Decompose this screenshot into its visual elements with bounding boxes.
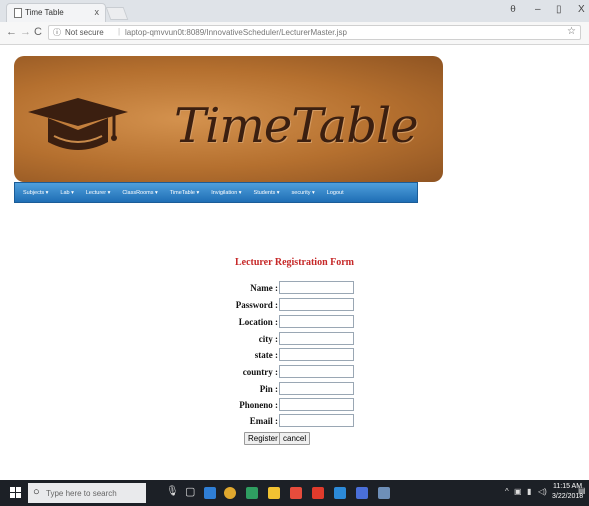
minimize-button[interactable]: – [535, 4, 541, 15]
form-row-phoneno: Phoneno : [0, 398, 589, 412]
back-icon[interactable]: ← [6, 26, 17, 38]
app-icon-gray[interactable] [378, 487, 390, 499]
app-icon-indigo[interactable] [356, 487, 368, 499]
battery-icon[interactable]: ▮ [527, 487, 531, 496]
task-view-icon[interactable]: ▢ [185, 485, 195, 498]
app-icon-orange[interactable] [312, 487, 324, 499]
chrome-icon[interactable] [224, 487, 236, 499]
notification-icon[interactable]: ▤ [578, 486, 586, 495]
state-label: state : [254, 350, 278, 360]
name-field[interactable] [279, 281, 354, 294]
file-explorer-icon[interactable] [268, 487, 280, 499]
form-row-city: city : [0, 332, 589, 346]
tray-arrow-icon[interactable]: ^ [505, 487, 509, 496]
cancel-button[interactable]: cancel [279, 432, 311, 445]
reload-icon[interactable]: C [34, 26, 42, 38]
bookmark-star-icon[interactable]: ☆ [567, 26, 576, 37]
app-icon-blue[interactable] [334, 487, 346, 499]
nav-item-lecturer[interactable]: Lecturer ▾ [80, 190, 116, 196]
nav-item-classrooms[interactable]: ClassRooms ▾ [116, 190, 163, 196]
form-row-name: Name : [0, 281, 589, 295]
tab-close-icon[interactable]: x [95, 7, 100, 17]
city-label: city : [258, 334, 278, 344]
form-row-email: Email : [0, 414, 589, 428]
microphone-icon[interactable]: 🎙 [166, 486, 179, 497]
app-icon-green[interactable] [246, 487, 258, 499]
location-label: Location : [238, 317, 278, 327]
close-window-button[interactable]: X [578, 4, 585, 15]
form-row-pin: Pin : [0, 382, 589, 396]
new-tab-button[interactable] [105, 7, 129, 20]
taskbar: ○ Type here to search 🎙 ▢ ^ ▣ ▮ ◁) 11:15… [0, 480, 589, 506]
pin-label: Pin : [259, 384, 278, 394]
address-bar[interactable]: ⓘ Not secure | laptop-qmvvun0t:8089/Inno… [48, 25, 581, 40]
cortana-circle-icon: ○ [33, 486, 40, 498]
email-label: Email : [249, 416, 278, 426]
form-row-country: country : [0, 365, 589, 379]
nav-item-students[interactable]: Students ▾ [248, 190, 286, 196]
app-icon-red[interactable] [290, 487, 302, 499]
graduation-cap-icon [28, 98, 128, 150]
timetable-banner: TimeTable [14, 56, 443, 182]
password-field[interactable] [279, 298, 354, 311]
taskbar-search[interactable]: ○ Type here to search [28, 483, 146, 503]
forward-icon[interactable]: → [20, 26, 31, 38]
info-icon[interactable]: ⓘ [53, 27, 61, 38]
city-field[interactable] [279, 332, 354, 345]
nav-item-invigilation[interactable]: Invigilation ▾ [205, 190, 247, 196]
phoneno-field[interactable] [279, 398, 354, 411]
address-bar-row: ← → C ⓘ Not secure | laptop-qmvvun0t:808… [0, 22, 589, 45]
pin-field[interactable] [279, 382, 354, 395]
page-icon [14, 8, 22, 18]
not-secure-label: Not secure [65, 28, 104, 37]
country-field[interactable] [279, 365, 354, 378]
register-button[interactable]: Register [244, 432, 282, 445]
account-icon[interactable]: ⍬ [510, 4, 516, 15]
network-icon[interactable]: ▣ [514, 487, 522, 496]
form-row-location: Location : [0, 315, 589, 329]
url-divider: | [118, 27, 121, 36]
browser-tab[interactable]: Time Table x [6, 3, 106, 22]
form-row-state: state : [0, 348, 589, 362]
volume-icon[interactable]: ◁) [538, 487, 547, 496]
restore-button[interactable]: ▯ [556, 4, 562, 15]
nav-item-subjects[interactable]: Subjects ▾ [15, 190, 54, 196]
password-label: Password : [235, 300, 278, 310]
windows-start-icon[interactable] [10, 487, 22, 499]
banner-title: TimeTable [174, 98, 419, 154]
location-field[interactable] [279, 315, 354, 328]
form-row-password: Password : [0, 298, 589, 312]
state-field[interactable] [279, 348, 354, 361]
main-nav: Subjects ▾ Lab ▾ Lecturer ▾ ClassRooms ▾… [14, 182, 418, 203]
taskbar-search-placeholder: Type here to search [46, 489, 117, 498]
nav-item-security[interactable]: security ▾ [286, 190, 321, 196]
nav-item-timetable[interactable]: TimeTable ▾ [164, 190, 205, 196]
email-field[interactable] [279, 414, 354, 427]
browser-tabstrip: Time Table x ⍬ – ▯ X [0, 0, 589, 22]
form-title: Lecturer Registration Form [234, 257, 355, 268]
nav-item-logout[interactable]: Logout [321, 190, 350, 196]
phoneno-label: Phoneno : [239, 400, 278, 410]
url-text[interactable]: laptop-qmvvun0t:8089/InnovativeScheduler… [125, 28, 347, 37]
nav-item-lab[interactable]: Lab ▾ [54, 190, 79, 196]
name-label: Name : [250, 283, 278, 293]
country-label: country : [242, 367, 278, 377]
tab-title: Time Table [25, 8, 64, 17]
edge-icon[interactable] [204, 487, 216, 499]
